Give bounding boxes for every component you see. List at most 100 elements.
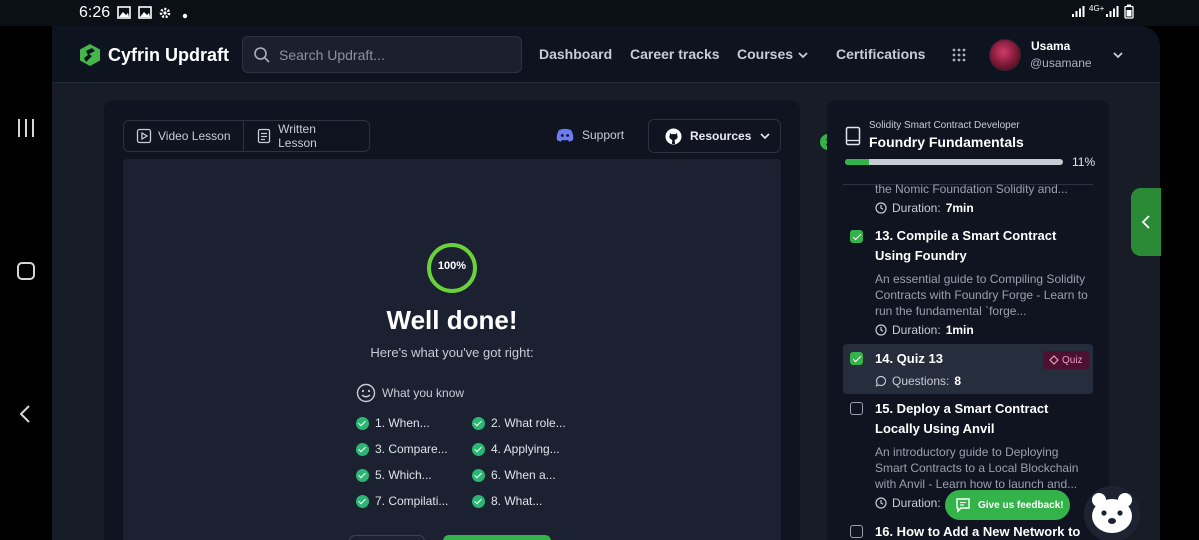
answer-item: 3. Compare... [356,442,448,456]
user-handle: @usamane [1030,56,1092,70]
lesson-description: An introductory guide to Deploying Smart… [875,445,1079,491]
what-you-know-label: What you know [382,386,465,400]
answer-item: 1. When... [356,416,430,430]
answer-item: 8. What... [472,494,542,508]
answer-item: 2. What role... [472,416,566,430]
chevron-left-icon [1141,215,1150,229]
status-time: 6:26 [79,4,111,21]
bear-mascot-icon[interactable] [1082,478,1142,540]
phone-screen: 6:26 4G+ Cyfrin Updraft Search Updraft..… [0,0,1199,540]
result-heading: Well done! [386,305,518,335]
play-icon [136,128,152,144]
lesson-complete-checkbox[interactable] [850,230,863,243]
resources-dropdown[interactable]: Resources [648,119,781,153]
dot-icon [182,8,188,22]
secondary-action-button[interactable] [349,535,425,540]
nav-career-tracks[interactable]: Career tracks [630,46,720,62]
quiz-question-count: Questions: 8 [875,374,961,388]
signal-icon [1105,5,1119,21]
question-bubble-icon [875,375,886,387]
apps-grid-icon[interactable] [951,47,967,63]
book-icon [845,126,861,146]
check-circle-icon [356,494,369,508]
chevron-down-icon[interactable] [797,49,809,61]
answer-item: 6. When a... [472,468,556,482]
lesson-duration: Duration: 1min [875,323,974,337]
lesson-title[interactable]: 16. How to Add a New Network to [875,522,1087,540]
result-subtitle: Here's what you've got right: [370,345,534,360]
search-box[interactable] [242,36,522,73]
check-circle-icon [356,468,369,482]
clock-icon [875,324,887,336]
lesson-complete-checkbox[interactable] [850,402,863,415]
android-navigation-bar [0,26,52,540]
primary-action-button[interactable] [443,535,551,540]
course-progress-percent: 11% [1072,155,1096,169]
answer-item: 5. Which... [356,468,432,482]
tab-video-lesson[interactable]: Video Lesson [124,121,245,151]
feedback-label: Give us feedback! [978,499,1064,511]
status-bar: 6:26 4G+ [0,0,1199,26]
cyfrin-logo-icon[interactable] [78,43,102,67]
resources-label: Resources [690,129,752,143]
answer-item: 7. Compilati... [356,494,448,508]
lesson-duration: Duration: [875,496,941,510]
discord-icon [556,128,574,142]
support-label: Support [582,128,625,142]
brand-name[interactable]: Cyfrin Updraft [108,45,229,66]
support-link[interactable]: Support [556,128,624,142]
nav-courses[interactable]: Courses [737,46,793,62]
lesson-title[interactable]: 13. Compile a Smart Contract Using Found… [875,226,1087,266]
check-circle-icon [472,468,485,482]
chevron-down-icon[interactable] [1111,48,1125,62]
lesson-complete-checkbox[interactable] [850,525,863,538]
lesson-description: the Nomic Foundation Solidity and... [875,182,1068,196]
back-button[interactable] [10,398,42,430]
check-circle-icon [472,442,485,456]
chat-bubble-icon [956,498,970,513]
edge-panel-handle[interactable] [1131,188,1161,256]
lesson-title[interactable]: 15. Deploy a Smart Contract Locally Usin… [875,399,1087,439]
smiley-icon [356,383,376,403]
clock-icon [875,202,887,214]
course-name: Foundry Fundamentals [869,134,1024,150]
feedback-button[interactable]: Give us feedback! [945,490,1070,520]
chevron-down-icon [760,133,770,140]
network-type: 4G+ [1089,4,1105,13]
document-icon [257,128,271,144]
tab-video-label: Video Lesson [158,129,231,143]
recent-apps-button[interactable] [10,112,42,144]
avatar[interactable] [989,39,1021,71]
course-progress-bar [845,159,1063,165]
top-navigation-bar: Cyfrin Updraft Dashboard Career tracks C… [52,26,1160,83]
course-track-name: Solidity Smart Contract Developer [869,120,1020,131]
home-button[interactable] [10,255,42,287]
quiz-result-area: 100% Well done! Here's what you've got r… [123,159,781,540]
nav-certifications[interactable]: Certifications [836,46,925,62]
app-window: Cyfrin Updraft Dashboard Career tracks C… [52,26,1160,540]
gallery-icon [138,6,152,22]
tab-written-label: Written Lesson [278,122,317,150]
nav-dashboard[interactable]: Dashboard [539,46,612,62]
clock-icon [875,497,887,509]
check-circle-icon [356,442,369,456]
check-circle-icon [472,494,485,508]
lesson-complete-checkbox[interactable] [850,352,863,365]
tab-written-lesson[interactable]: Written Lesson [244,121,369,151]
user-name: Usama [1031,39,1071,53]
github-icon [665,128,682,144]
search-icon [254,47,270,63]
course-outline-panel: Solidity Smart Contract Developer Foundr… [827,100,1109,540]
what-you-know-heading: What you know [356,383,464,403]
lesson-title[interactable]: 14. Quiz 13 [875,349,1087,369]
answer-item: 4. Applying... [472,442,560,456]
lesson-tabs: Video Lesson Written Lesson [123,120,370,152]
lesson-panel: Video Lesson Written Lesson Support Reso… [104,100,800,540]
course-progress-fill [845,159,869,165]
lesson-duration: Duration: 7min [875,201,974,215]
check-circle-icon [472,416,485,430]
score-percent: 100% [437,260,467,272]
gallery-icon [117,6,131,22]
search-input[interactable] [279,43,509,67]
lesson-description: An essential guide to Compiling Solidity… [875,272,1088,318]
